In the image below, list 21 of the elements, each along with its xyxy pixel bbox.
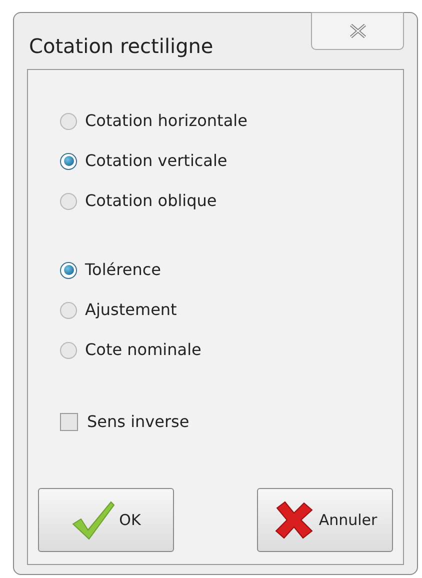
option-label: Cotation horizontale bbox=[85, 110, 248, 132]
cancel-button[interactable]: Annuler bbox=[257, 488, 393, 552]
ok-button[interactable]: OK bbox=[38, 488, 174, 552]
option-label: Cotation verticale bbox=[85, 150, 228, 172]
radio-button[interactable] bbox=[60, 262, 77, 278]
close-icon bbox=[348, 23, 366, 39]
option-label: Cote nominale bbox=[85, 339, 202, 361]
option-label: Tolérence bbox=[85, 259, 161, 281]
checkbox[interactable] bbox=[60, 413, 78, 431]
radio-button[interactable] bbox=[60, 342, 77, 358]
checkbox-label: Sens inverse bbox=[87, 411, 190, 433]
window-title: Cotation rectiligne bbox=[28, 33, 214, 60]
option-label: Ajustement bbox=[85, 299, 177, 321]
radio-button[interactable] bbox=[60, 192, 77, 210]
checkmark-icon bbox=[71, 500, 116, 540]
radio-button[interactable] bbox=[60, 112, 77, 130]
radio-button[interactable] bbox=[60, 302, 77, 318]
cross-icon bbox=[272, 500, 315, 540]
option-label: Cotation oblique bbox=[85, 190, 217, 212]
close-button[interactable] bbox=[311, 12, 404, 50]
radio-button[interactable] bbox=[60, 152, 77, 170]
